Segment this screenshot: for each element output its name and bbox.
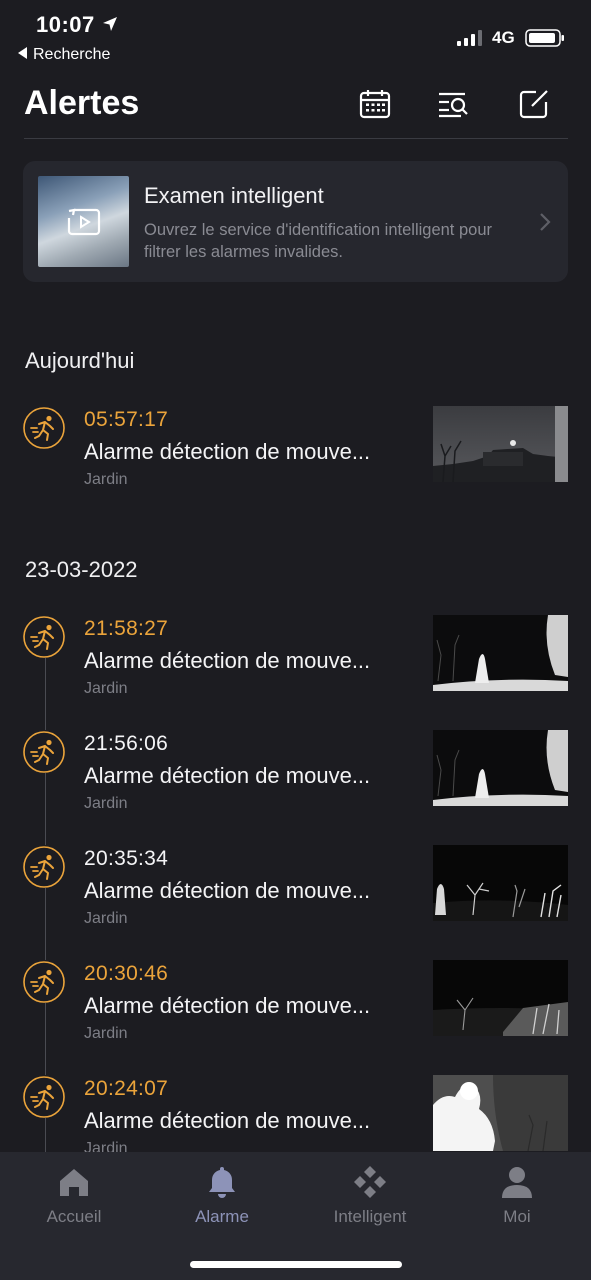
chevron-right-icon <box>540 213 551 231</box>
edit-icon[interactable] <box>518 88 550 120</box>
alert-location: Jardin <box>84 795 128 812</box>
alert-row[interactable]: 21:56:06 Alarme détection de mouve... Ja… <box>0 728 591 818</box>
alert-time: 21:56:06 <box>84 732 169 755</box>
back-to-search-link[interactable]: Recherche <box>18 46 110 64</box>
tab-alarme[interactable]: Alarme <box>148 1152 296 1252</box>
motion-detection-icon <box>23 731 65 773</box>
motion-detection-icon <box>23 407 65 449</box>
alert-thumbnail[interactable] <box>433 1075 568 1151</box>
alert-thumbnail[interactable] <box>433 845 568 921</box>
home-icon <box>60 1169 88 1196</box>
alert-location: Jardin <box>84 1140 128 1152</box>
smart-review-thumbnail <box>38 176 129 267</box>
tab-moi[interactable]: Moi <box>443 1152 591 1252</box>
alert-thumbnail[interactable] <box>433 730 568 806</box>
home-indicator[interactable] <box>190 1261 402 1268</box>
alert-row[interactable]: 20:24:07 Alarme détection de mouve... Ja… <box>0 1073 591 1152</box>
alert-location: Jardin <box>84 680 128 697</box>
location-arrow-icon <box>103 17 117 31</box>
page-title: Alertes <box>24 84 140 122</box>
video-replay-icon <box>67 208 101 236</box>
tab-intelligent[interactable]: Intelligent <box>296 1152 444 1252</box>
search-list-icon[interactable] <box>437 88 469 120</box>
alert-location: Jardin <box>84 471 128 488</box>
alert-title: Alarme détection de mouve... <box>84 648 371 673</box>
tab-label: Accueil <box>46 1207 102 1226</box>
user-icon <box>502 1167 532 1198</box>
section-title-date: 23-03-2022 <box>25 557 138 582</box>
network-type: 4G <box>492 28 515 47</box>
alert-time: 05:57:17 <box>84 408 169 431</box>
alert-row[interactable]: 20:35:34 Alarme détection de mouve... Ja… <box>0 843 591 933</box>
motion-detection-icon <box>23 616 65 658</box>
motion-detection-icon <box>23 846 65 888</box>
status-time: 10:07 <box>36 12 95 37</box>
alert-row[interactable]: 20:30:46 Alarme détection de mouve... Ja… <box>0 958 591 1048</box>
alert-time: 20:35:34 <box>84 847 169 870</box>
motion-detection-icon <box>23 1076 65 1118</box>
back-triangle-icon <box>18 47 27 59</box>
smart-review-description: Ouvrez le service d'identification intel… <box>144 221 492 261</box>
alert-title: Alarme détection de mouve... <box>84 763 371 788</box>
tab-label: Intelligent <box>333 1207 407 1226</box>
alert-row[interactable]: 21:58:27 Alarme détection de mouve... Ja… <box>0 613 591 703</box>
alert-title: Alarme détection de mouve... <box>84 439 371 464</box>
diamond-grid-icon <box>354 1166 386 1198</box>
alert-time: 20:24:07 <box>84 1077 169 1100</box>
alert-time: 20:30:46 <box>84 962 169 985</box>
header-divider <box>24 138 568 139</box>
alert-title: Alarme détection de mouve... <box>84 993 371 1018</box>
smart-review-title: Examen intelligent <box>144 183 324 208</box>
bell-icon <box>209 1167 235 1198</box>
calendar-icon[interactable] <box>359 88 391 120</box>
alert-title: Alarme détection de mouve... <box>84 1108 371 1133</box>
tab-accueil[interactable]: Accueil <box>0 1152 148 1252</box>
signal-icon <box>457 30 482 46</box>
alert-location: Jardin <box>84 1025 128 1042</box>
alert-location: Jardin <box>84 910 128 927</box>
alert-time: 21:58:27 <box>84 617 169 640</box>
tab-label: Moi <box>503 1207 531 1226</box>
tab-label: Alarme <box>195 1207 249 1226</box>
alert-thumbnail[interactable] <box>433 406 568 482</box>
alert-thumbnail[interactable] <box>433 960 568 1036</box>
section-title-today: Aujourd'hui <box>25 348 135 373</box>
battery-icon <box>525 29 564 47</box>
alert-row[interactable]: 05:57:17 Alarme détection de mouve... Ja… <box>0 404 591 494</box>
back-label: Recherche <box>33 46 111 63</box>
alert-thumbnail[interactable] <box>433 615 568 691</box>
smart-review-card[interactable]: Examen intelligent Ouvrez le service d'i… <box>23 161 568 282</box>
motion-detection-icon <box>23 961 65 1003</box>
alert-title: Alarme détection de mouve... <box>84 878 371 903</box>
